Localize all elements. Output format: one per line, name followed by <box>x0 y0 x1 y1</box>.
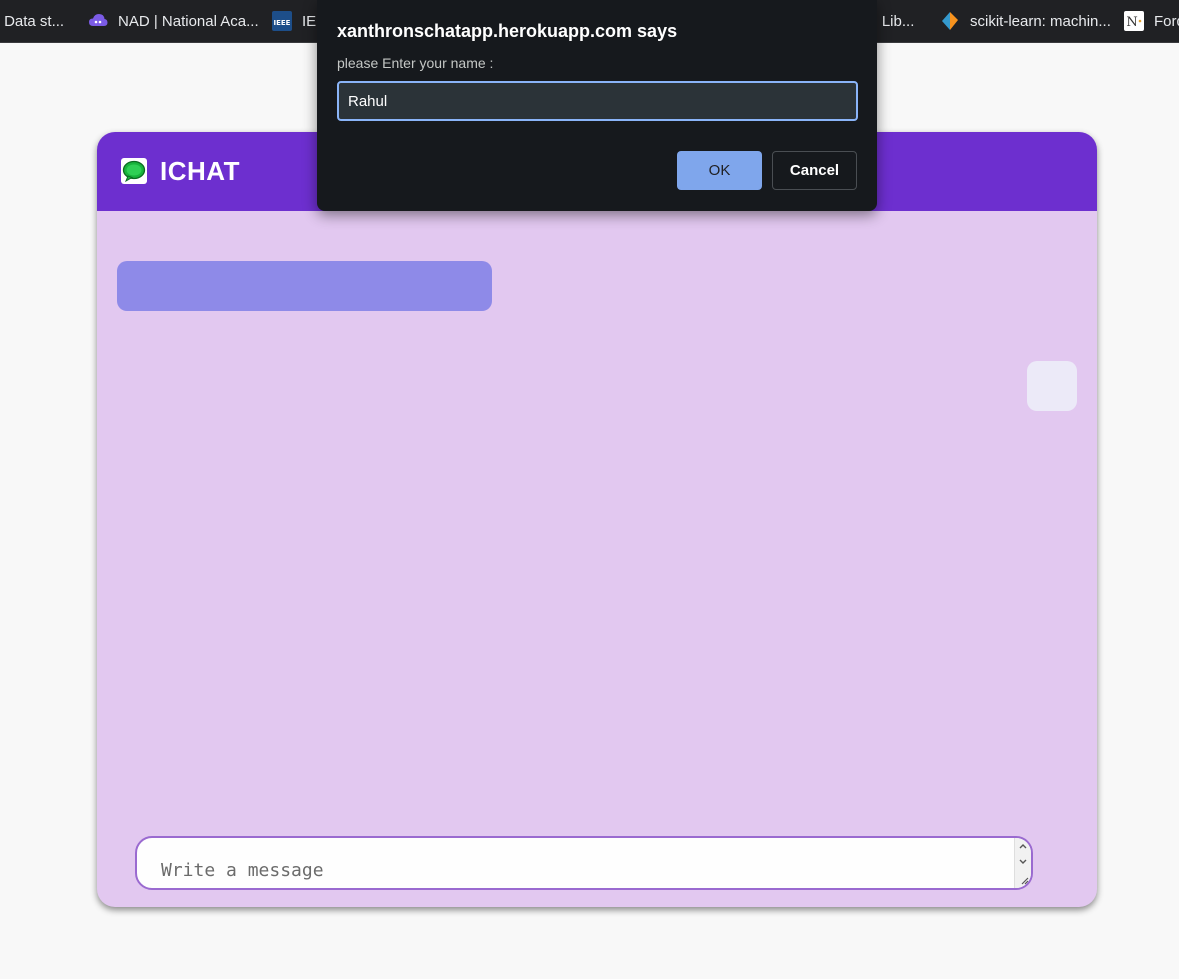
bookmark-label: Ford <box>1154 12 1179 30</box>
bookmark-label: IE <box>302 12 317 30</box>
cancel-button[interactable]: Cancel <box>772 151 857 190</box>
ok-button[interactable]: OK <box>677 151 762 190</box>
name-input[interactable] <box>337 81 858 121</box>
svg-text:IEEE: IEEE <box>274 19 291 27</box>
bookmark-scikit-learn[interactable]: scikit-learn: machin... <box>940 0 1111 42</box>
message-bubble-left <box>117 261 492 311</box>
ieee-icon: IEEE <box>272 11 292 31</box>
message-box <box>135 836 1033 890</box>
bookmark-label: | Data st... <box>0 12 65 30</box>
scikit-learn-icon <box>942 12 958 30</box>
bookmark-nad[interactable]: NAD | National Aca... <box>88 0 259 42</box>
bookmark-ford[interactable]: N Ford <box>1124 0 1179 42</box>
cloud-icon <box>89 14 108 26</box>
message-input[interactable] <box>161 860 1001 888</box>
dialog-message: please Enter your name : <box>337 55 494 71</box>
bookmark-label: scikit-learn: machin... <box>970 12 1111 30</box>
prompt-dialog: xanthronschatapp.herokuapp.com says plea… <box>317 0 877 211</box>
message-bubble-right <box>1027 361 1077 411</box>
chat-window: ICHAT <box>97 132 1097 907</box>
textarea-scrollbar[interactable] <box>1014 838 1031 888</box>
dialog-title: xanthronschatapp.herokuapp.com says <box>337 21 678 41</box>
svg-text:N: N <box>1126 15 1137 30</box>
n-logo-icon: N <box>1124 11 1144 31</box>
bookmark-data-st[interactable]: | Data st... <box>0 0 64 42</box>
scroll-arrows-icon <box>1019 844 1029 885</box>
chat-bubble-icon <box>121 158 147 184</box>
app-title: ICHAT <box>160 156 241 186</box>
bookmark-label: NAD | National Aca... <box>118 12 259 30</box>
bookmark-ieee[interactable]: IEEE IE <box>272 0 316 42</box>
